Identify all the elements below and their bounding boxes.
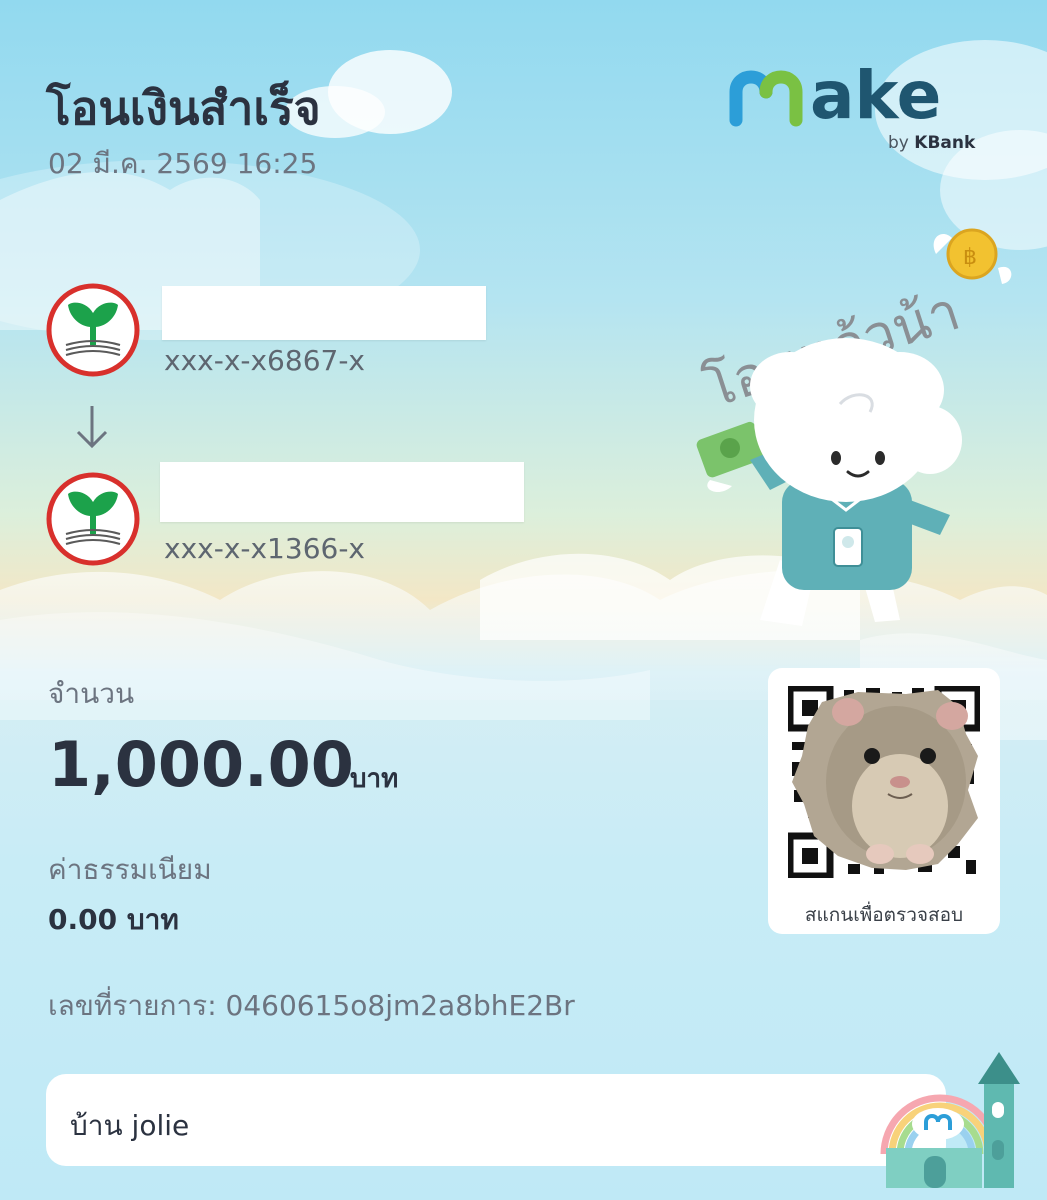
qr-caption: สแกนเพื่อตรวจสอบ: [804, 904, 964, 926]
recipient-name-redacted: [160, 462, 524, 522]
by-kbank-label: by KBank: [888, 133, 976, 153]
make-logo-text: ake: [810, 58, 941, 128]
transfer-receipt: โอนเงินสำเร็จ 02 มี.ค. 2569 16:25 ake by…: [0, 0, 1047, 1200]
memo-text: บ้าน jolie: [70, 1109, 190, 1142]
fee-label: ค่าธรรมเนียม: [48, 853, 212, 886]
sender-account-number: xxx-x-x6867-x: [164, 344, 365, 377]
amount-value: 1,000.00: [48, 728, 354, 801]
sender-kbank-leaf-icon: [46, 283, 140, 377]
hamster-sticker: [792, 690, 978, 870]
amount-label: จำนวน: [48, 677, 135, 710]
arrow-down-icon: [76, 406, 108, 449]
page-title: โอนเงินสำเร็จ: [46, 81, 321, 135]
svg-text:฿: ฿: [963, 245, 977, 270]
flying-coin-icon: ฿: [933, 228, 1012, 284]
rainbow-castle-icon: [880, 1052, 1020, 1188]
qr-verify-card[interactable]: สแกนเพื่อตรวจสอบ: [768, 668, 1000, 934]
fee-value: 0.00 บาท: [48, 903, 179, 936]
sender-name-redacted: [162, 286, 486, 340]
recipient-account-number: xxx-x-x1366-x: [164, 532, 365, 565]
recipient-kbank-leaf-icon: [46, 472, 140, 566]
memo-field: บ้าน jolie: [46, 1074, 946, 1166]
make-logo: ake: [729, 58, 941, 128]
transaction-reference: เลขที่รายการ: 0460615o8jm2a8bhE2Br: [48, 989, 575, 1022]
amount-unit: บาท: [350, 764, 399, 794]
transfer-datetime: 02 มี.ค. 2569 16:25: [48, 147, 318, 180]
mascot-character: [696, 338, 962, 626]
